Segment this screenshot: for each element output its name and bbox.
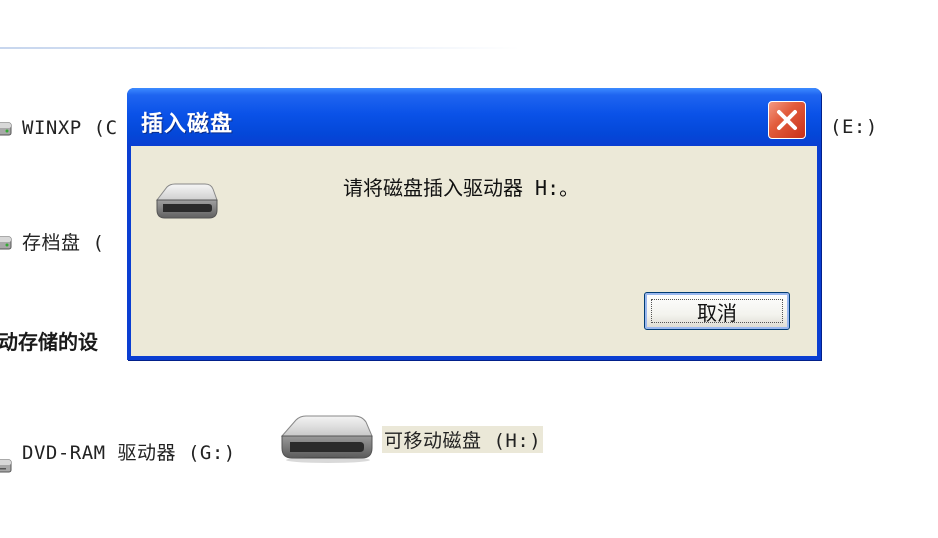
dialog-titlebar[interactable]: 插入磁盘 — [127, 88, 821, 146]
cancel-button-label: 取消 — [697, 300, 737, 325]
dialog-title: 插入磁盘 — [141, 112, 234, 137]
section-title-removable: 动存储的设 — [0, 330, 98, 354]
removable-disk-icon — [276, 414, 374, 464]
drive-c-label: WINXP (C — [22, 117, 118, 139]
explorer-window: WINXP (C (E:) 存档盘 ( 动存储的设 DVD-RAM 驱动器 (G… — [0, 0, 938, 538]
header-divider — [0, 47, 520, 49]
dialog-body: 请将磁盘插入驱动器 H:。 取消 — [131, 146, 817, 356]
dvd-drive-icon — [0, 453, 12, 477]
insert-disk-dialog: 插入磁盘 请将磁盘插入驱动器 H:。 取消 — [127, 88, 821, 360]
close-icon — [777, 110, 797, 130]
close-button[interactable] — [768, 101, 806, 139]
drive-h-label: 可移动磁盘 (H:) — [382, 425, 544, 453]
drive-archive-label: 存档盘 ( — [22, 232, 105, 254]
drive-c-item[interactable]: WINXP (C — [0, 116, 118, 140]
hard-drive-icon — [0, 230, 12, 254]
hard-drive-icon — [0, 116, 12, 140]
drive-archive-item[interactable]: 存档盘 ( — [0, 228, 104, 255]
drive-h-item[interactable]: 可移动磁盘 (H:) — [276, 414, 544, 464]
drive-e-label: (E:) — [830, 116, 878, 138]
drive-e-item[interactable]: (E:) — [830, 116, 878, 138]
drive-g-item[interactable]: DVD-RAM 驱动器 (G:) — [0, 425, 236, 477]
cancel-button[interactable]: 取消 — [644, 292, 790, 330]
drive-g-label: DVD-RAM 驱动器 (G:) — [22, 441, 236, 464]
removable-disk-icon — [153, 182, 219, 224]
dialog-message: 请将磁盘插入驱动器 H:。 — [343, 176, 580, 200]
